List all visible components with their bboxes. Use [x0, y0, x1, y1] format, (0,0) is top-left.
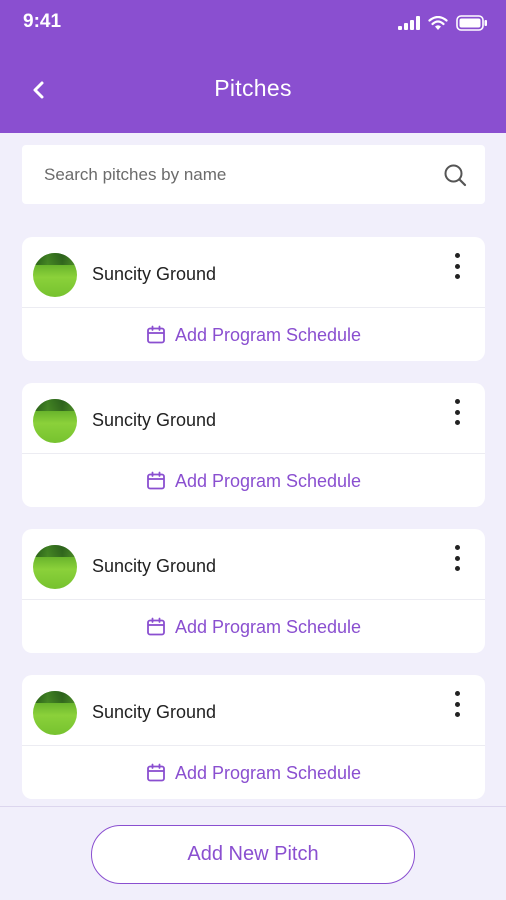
- more-vertical-icon[interactable]: [447, 543, 467, 573]
- footer-bar: Add New Pitch: [0, 806, 506, 900]
- pitch-avatar: [33, 253, 77, 297]
- calendar-icon: [147, 617, 165, 636]
- card-divider: [22, 745, 485, 746]
- pitch-card-header[interactable]: Suncity Ground: [22, 383, 485, 453]
- calendar-icon: [147, 763, 165, 782]
- pitch-name: Suncity Ground: [92, 264, 217, 284]
- pitch-name: Suncity Ground: [92, 410, 217, 430]
- pitch-card: Suncity Ground Add Program Schedule: [22, 529, 485, 653]
- add-program-schedule-button[interactable]: Add Program Schedule: [22, 317, 485, 353]
- card-divider: [22, 599, 485, 600]
- battery-icon: [456, 15, 487, 31]
- signal-icon: [398, 16, 420, 30]
- pitch-card: Suncity Ground Add Program Schedule: [22, 675, 485, 799]
- pitch-card: Suncity Ground Add Program Schedule: [22, 383, 485, 507]
- search-icon[interactable]: [443, 163, 467, 187]
- page-title: Pitches: [214, 75, 292, 101]
- pitch-avatar: [33, 399, 77, 443]
- pitch-card-header[interactable]: Suncity Ground: [22, 529, 485, 599]
- add-program-schedule-label: Add Program Schedule: [174, 470, 362, 491]
- card-divider: [22, 307, 485, 308]
- add-program-schedule-label: Add Program Schedule: [174, 616, 362, 637]
- calendar-icon: [147, 471, 165, 490]
- pitch-avatar: [33, 691, 77, 735]
- status-icons: [398, 13, 488, 33]
- pitch-avatar: [33, 545, 77, 589]
- pitch-card: Suncity Ground Add Program Schedule: [22, 237, 485, 361]
- search-input[interactable]: [22, 145, 422, 204]
- pitch-name: Suncity Ground: [92, 702, 217, 722]
- wifi-icon: [428, 15, 448, 30]
- pitch-name: Suncity Ground: [92, 556, 217, 576]
- add-program-schedule-button[interactable]: Add Program Schedule: [22, 755, 485, 791]
- more-vertical-icon[interactable]: [447, 397, 467, 427]
- more-vertical-icon[interactable]: [447, 251, 467, 281]
- add-program-schedule-button[interactable]: Add Program Schedule: [22, 609, 485, 645]
- search-bar: [22, 145, 485, 204]
- add-program-schedule-label: Add Program Schedule: [174, 324, 362, 345]
- add-program-schedule-label: Add Program Schedule: [174, 762, 362, 783]
- add-program-schedule-button[interactable]: Add Program Schedule: [22, 463, 485, 499]
- more-vertical-icon[interactable]: [447, 689, 467, 719]
- app-header: 9:41 Pitches: [0, 0, 506, 133]
- pitch-card-header[interactable]: Suncity Ground: [22, 237, 485, 307]
- add-new-pitch-button[interactable]: Add New Pitch: [91, 825, 415, 884]
- calendar-icon: [147, 325, 165, 344]
- card-divider: [22, 453, 485, 454]
- pitch-card-header[interactable]: Suncity Ground: [22, 675, 485, 745]
- status-time: 9:41: [23, 11, 62, 32]
- status-bar: 9:41: [0, 0, 506, 46]
